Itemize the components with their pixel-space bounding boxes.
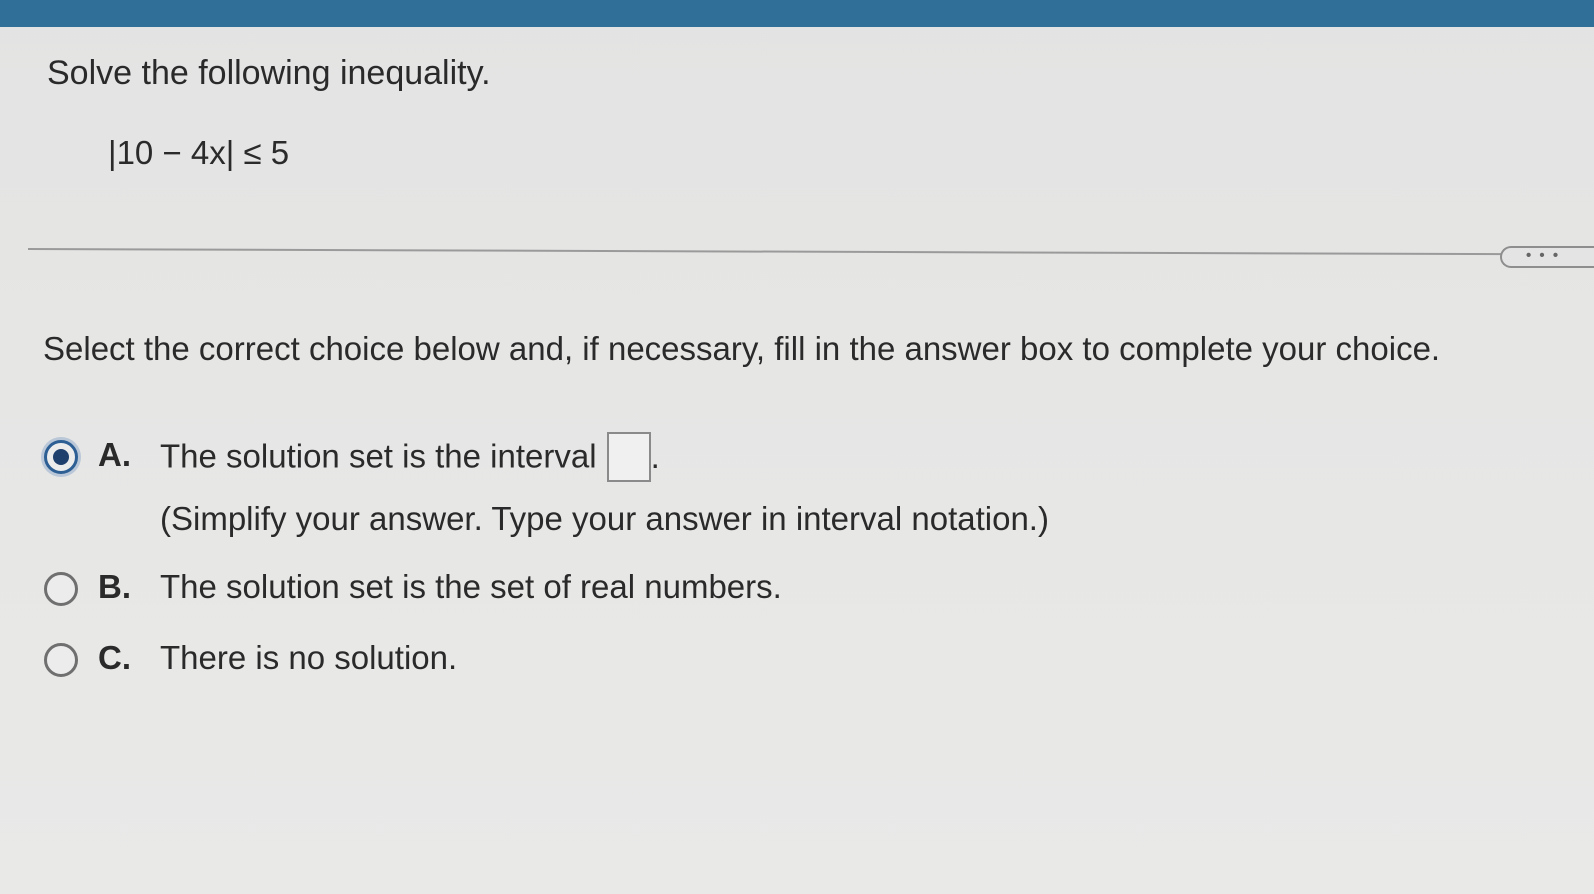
radio-choice-a[interactable]: [44, 440, 78, 474]
top-bar: [0, 0, 1594, 27]
choice-b-letter: B.: [98, 568, 131, 605]
choice-b-text: The solution set is the set of real numb…: [160, 568, 782, 605]
choice-a-text: The solution set is the interval: [160, 437, 597, 475]
radio-selected-dot: [53, 449, 69, 465]
choice-a-text-wrapper: The solution set is the interval.: [160, 432, 660, 482]
divider: [27, 248, 1508, 256]
radio-choice-b[interactable]: [44, 572, 78, 606]
choice-c-letter: C.: [98, 639, 131, 676]
choice-a-suffix: .: [650, 437, 660, 475]
question-title: Solve the following inequality.: [47, 54, 491, 92]
inequality-expression: |10 − 4x| ≤ 5: [108, 134, 290, 171]
choice-c-text: There is no solution.: [160, 639, 458, 676]
instruction-text: Select the correct choice below and, if …: [43, 330, 1441, 367]
choice-a-letter: A.: [98, 436, 131, 473]
interval-answer-input[interactable]: [606, 432, 651, 482]
more-button[interactable]: • • •: [1500, 246, 1594, 268]
radio-choice-c[interactable]: [44, 643, 78, 677]
choice-a-hint: (Simplify your answer. Type your answer …: [160, 500, 1049, 537]
